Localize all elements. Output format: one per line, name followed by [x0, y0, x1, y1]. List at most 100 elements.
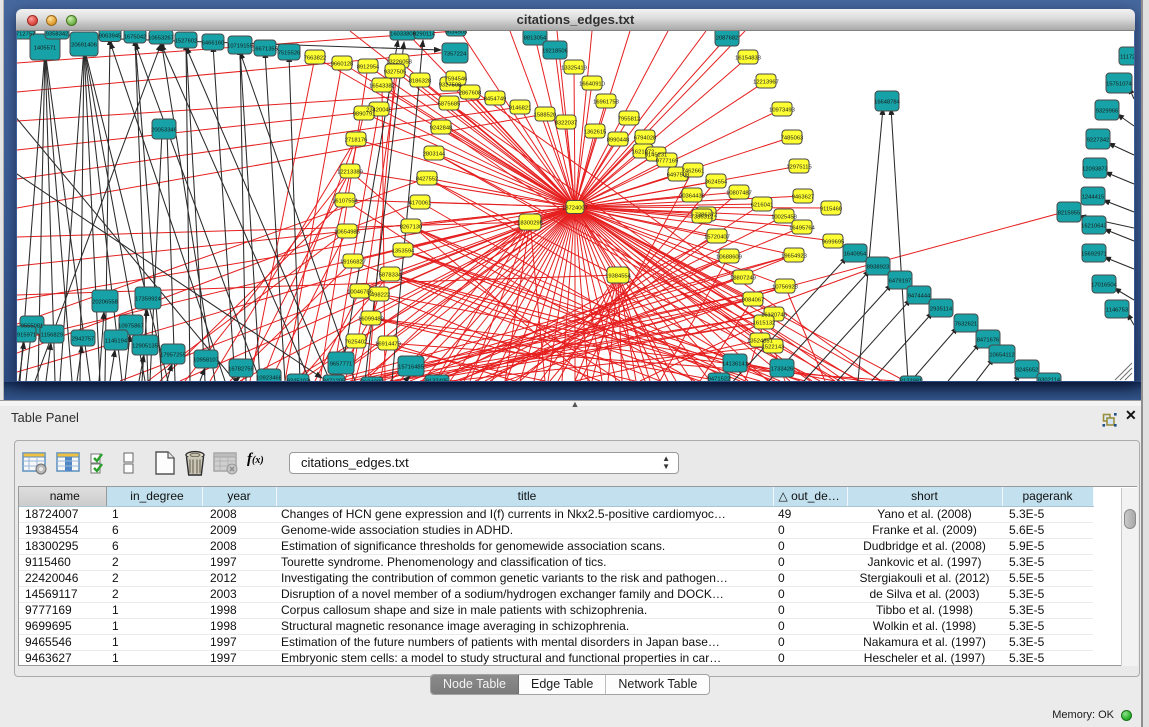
svg-text:5875685: 5875685	[438, 102, 461, 108]
svg-text:1588520: 1588520	[534, 113, 557, 119]
svg-text:8471205: 8471205	[323, 379, 346, 382]
svg-text:9699695: 9699695	[822, 240, 845, 246]
svg-text:6216041: 6216041	[751, 203, 774, 209]
svg-text:8215955: 8215955	[1058, 211, 1081, 217]
svg-text:19654923: 19654923	[781, 254, 807, 260]
svg-text:2087682: 2087682	[716, 36, 739, 42]
svg-text:13325419: 13325419	[561, 66, 587, 72]
svg-text:2718176: 2718176	[345, 138, 368, 144]
svg-text:16107554: 16107554	[332, 199, 359, 205]
svg-text:17957255: 17957255	[160, 353, 186, 359]
svg-text:9245652: 9245652	[1016, 368, 1039, 374]
svg-text:9890791: 9890791	[353, 112, 376, 118]
svg-text:19384554: 19384554	[605, 274, 632, 280]
svg-text:17359924: 17359924	[135, 297, 162, 303]
svg-text:16648784: 16648784	[874, 100, 901, 106]
svg-text:7663822: 7663822	[304, 56, 327, 62]
svg-text:8813054: 8813054	[524, 36, 547, 42]
svg-text:18724007: 18724007	[562, 206, 588, 212]
svg-text:1405571: 1405571	[34, 46, 57, 52]
svg-text:2935114: 2935114	[930, 307, 953, 313]
svg-text:19218506: 19218506	[542, 49, 568, 55]
svg-text:1640954: 1640954	[844, 252, 867, 258]
svg-text:10807487: 10807487	[726, 191, 752, 197]
svg-text:16099489: 16099489	[358, 317, 384, 323]
svg-text:9474444: 9474444	[908, 294, 931, 300]
svg-text:9555081: 9555081	[21, 324, 44, 330]
svg-text:3915971: 3915971	[17, 333, 36, 339]
svg-text:10688609: 10688609	[716, 255, 742, 261]
svg-text:20364436: 20364436	[679, 194, 705, 200]
svg-text:9660128: 9660128	[331, 62, 354, 68]
svg-text:9358342: 9358342	[46, 32, 69, 38]
svg-text:10975867: 10975867	[118, 324, 144, 330]
svg-text:16671355: 16671355	[252, 47, 278, 53]
svg-text:16640910: 16640910	[579, 82, 605, 88]
svg-text:1117232: 1117232	[1120, 55, 1134, 61]
svg-text:1244415: 1244415	[1082, 195, 1105, 201]
svg-text:9327505: 9327505	[384, 70, 407, 76]
svg-text:9329966: 9329966	[1096, 109, 1119, 115]
svg-text:6466160: 6466160	[202, 41, 225, 47]
svg-text:18300295: 18300295	[517, 221, 543, 227]
svg-text:7485063: 7485063	[781, 136, 804, 142]
svg-text:12975115: 12975115	[786, 165, 811, 171]
svg-text:16495764: 16495764	[789, 226, 816, 232]
svg-text:8938923: 8938923	[867, 265, 890, 271]
svg-text:8990448: 8990448	[607, 138, 630, 144]
svg-text:16961758: 16961758	[593, 100, 619, 106]
svg-text:8471676: 8471676	[977, 338, 1000, 344]
svg-text:9777169: 9777169	[656, 159, 679, 165]
svg-text:8912954: 8912954	[357, 65, 380, 71]
svg-text:7515526: 7515526	[278, 51, 301, 57]
svg-text:10923468: 10923468	[256, 376, 282, 382]
svg-text:5878334: 5878334	[379, 273, 402, 279]
svg-text:9242848: 9242848	[430, 126, 453, 132]
svg-text:1615132: 1615132	[753, 321, 776, 327]
svg-text:9634505: 9634505	[445, 31, 468, 36]
svg-text:2942757: 2942757	[72, 337, 95, 343]
svg-text:9227342: 9227342	[1087, 138, 1110, 144]
svg-text:19166827: 19166827	[340, 260, 366, 266]
svg-text:3624554: 3624554	[705, 180, 728, 186]
svg-text:9115460: 9115460	[820, 207, 842, 213]
svg-text:15720407: 15720407	[704, 235, 730, 241]
svg-text:9084067: 9084067	[742, 298, 765, 304]
svg-text:9132405: 9132405	[426, 379, 449, 382]
svg-text:7955812: 7955812	[618, 117, 641, 123]
svg-text:4170061: 4170061	[409, 201, 432, 207]
svg-text:10973493: 10973493	[769, 108, 795, 114]
svg-text:1712757: 1712757	[17, 32, 35, 38]
svg-text:7632621: 7632621	[955, 322, 978, 328]
svg-text:7386312: 7386312	[691, 215, 714, 221]
svg-text:8454749: 8454749	[484, 97, 507, 103]
svg-text:16210643: 16210643	[1081, 224, 1107, 230]
svg-text:6479197: 6479197	[889, 279, 912, 285]
svg-text:10958107: 10958107	[193, 358, 219, 364]
svg-text:1145194: 1145194	[105, 339, 128, 345]
svg-text:8322037: 8322037	[555, 121, 578, 127]
svg-text:8290114: 8290114	[413, 32, 436, 38]
svg-text:20206558: 20206558	[92, 300, 118, 306]
svg-text:7625402: 7625402	[345, 340, 368, 346]
svg-text:16914479: 16914479	[375, 342, 401, 348]
svg-text:9471522: 9471522	[708, 377, 731, 382]
svg-text:9245103: 9245103	[287, 379, 310, 382]
svg-text:16543382: 16543382	[369, 84, 395, 90]
svg-text:16120746: 16120746	[761, 313, 787, 319]
svg-text:7594546: 7594546	[445, 77, 468, 83]
svg-text:10025458: 10025458	[771, 215, 797, 221]
svg-text:12213967: 12213967	[753, 80, 779, 86]
svg-text:9327508: 9327508	[439, 83, 462, 89]
svg-text:15692971: 15692971	[1081, 252, 1107, 258]
svg-text:12213389: 12213389	[337, 170, 363, 176]
svg-text:9463627: 9463627	[792, 195, 815, 201]
svg-text:16782759: 16782759	[228, 367, 254, 373]
svg-text:10756928: 10756928	[772, 285, 798, 291]
svg-text:6794028: 6794028	[634, 136, 657, 142]
svg-text:8186328: 8186328	[409, 79, 432, 85]
svg-text:20053346: 20053346	[151, 128, 177, 134]
svg-text:14136141: 14136141	[722, 362, 748, 368]
svg-text:2867608: 2867608	[459, 91, 482, 97]
svg-text:8267130: 8267130	[400, 225, 423, 231]
